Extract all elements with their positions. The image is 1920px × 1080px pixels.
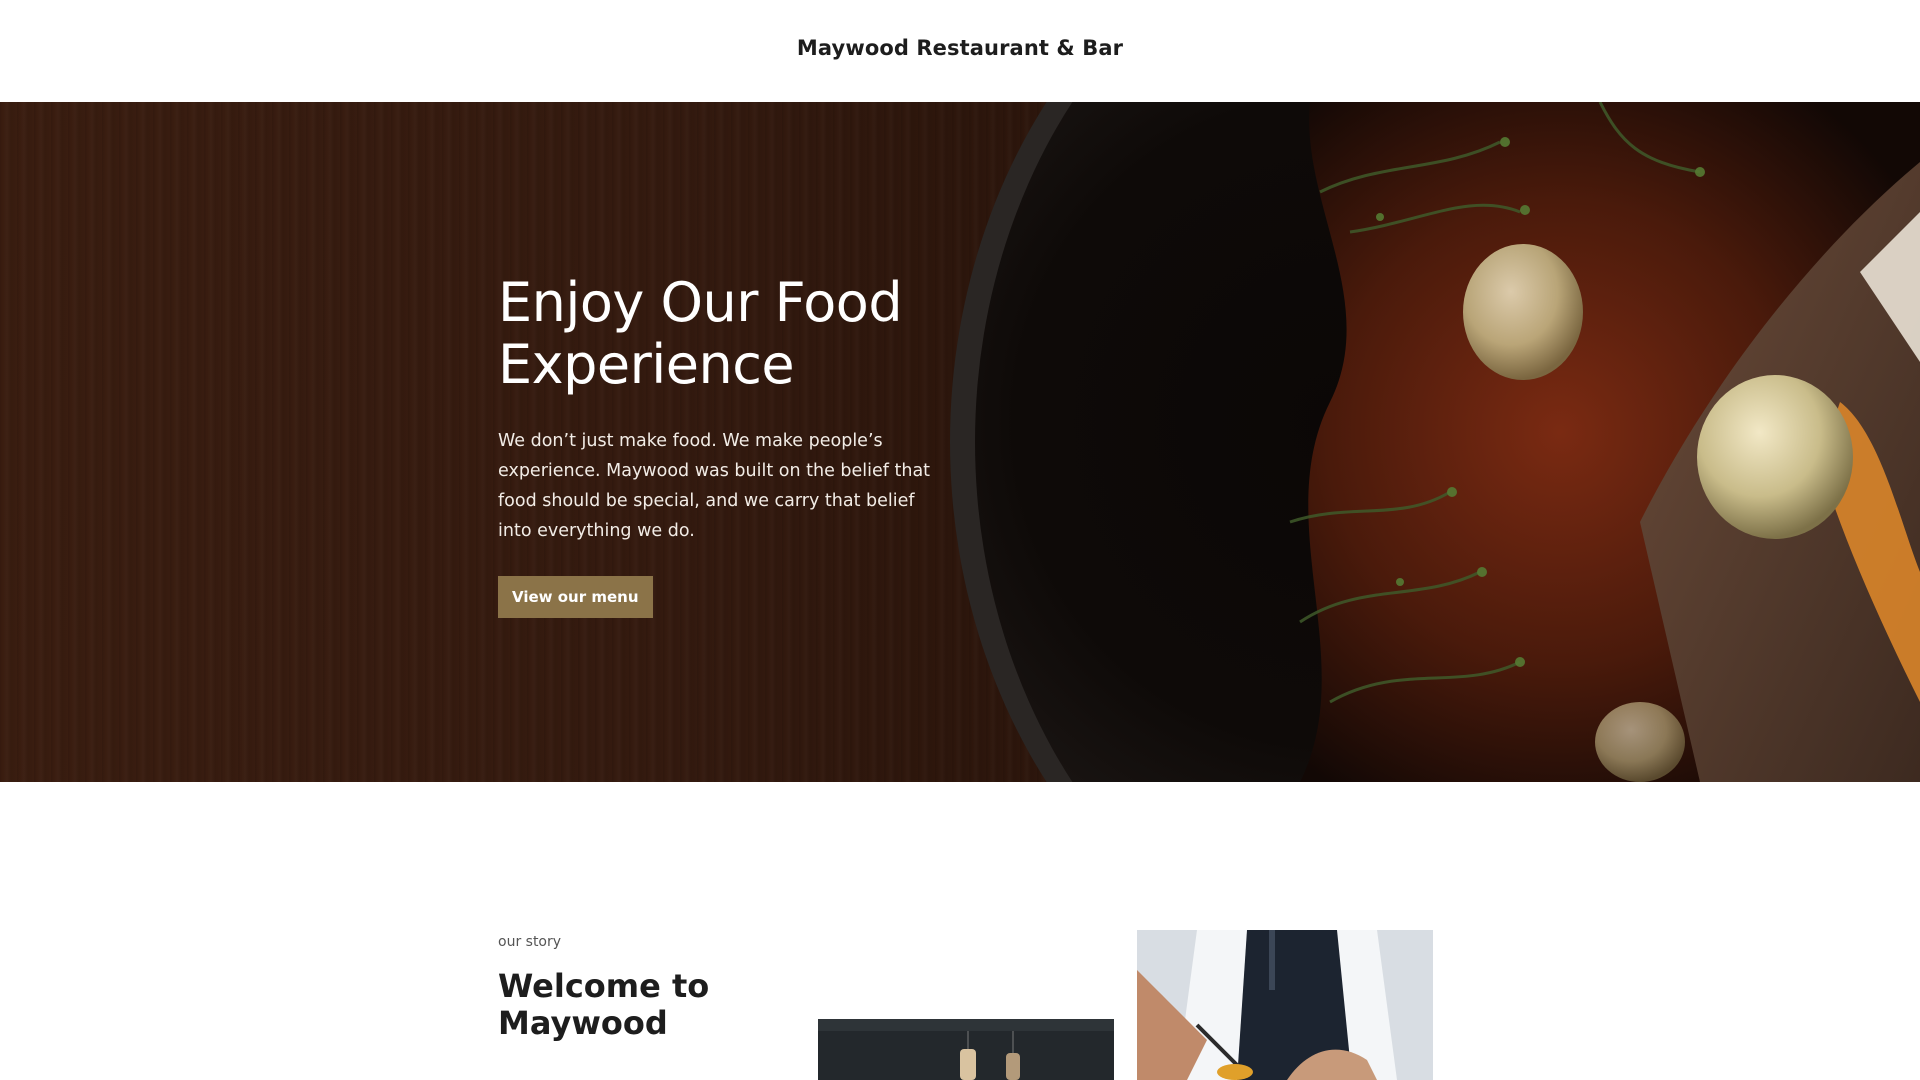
our-story-section: our story Welcome to Maywood	[0, 782, 1920, 1080]
hero-heading-line1: Enjoy Our Food	[498, 271, 903, 334]
chef-cooking-photo	[1137, 930, 1433, 1080]
view-menu-button[interactable]: View our menu	[498, 576, 653, 618]
hero-section: Enjoy Our Food Experience We don’t just …	[0, 102, 1920, 782]
hero-description: We don’t just make food. We make people’…	[498, 431, 931, 541]
hero-heading-line2: Experience	[498, 333, 795, 396]
hero-content: Enjoy Our Food Experience We don’t just …	[498, 272, 968, 618]
site-title-link[interactable]: Maywood Restaurant & Bar	[797, 36, 1123, 60]
story-heading: Welcome to Maywood	[498, 967, 710, 1042]
story-eyebrow: our story	[498, 934, 562, 950]
site-header: Maywood Restaurant & Bar	[0, 0, 1920, 102]
hero-heading: Enjoy Our Food Experience	[498, 272, 968, 396]
restaurant-interior-photo	[818, 1019, 1114, 1080]
